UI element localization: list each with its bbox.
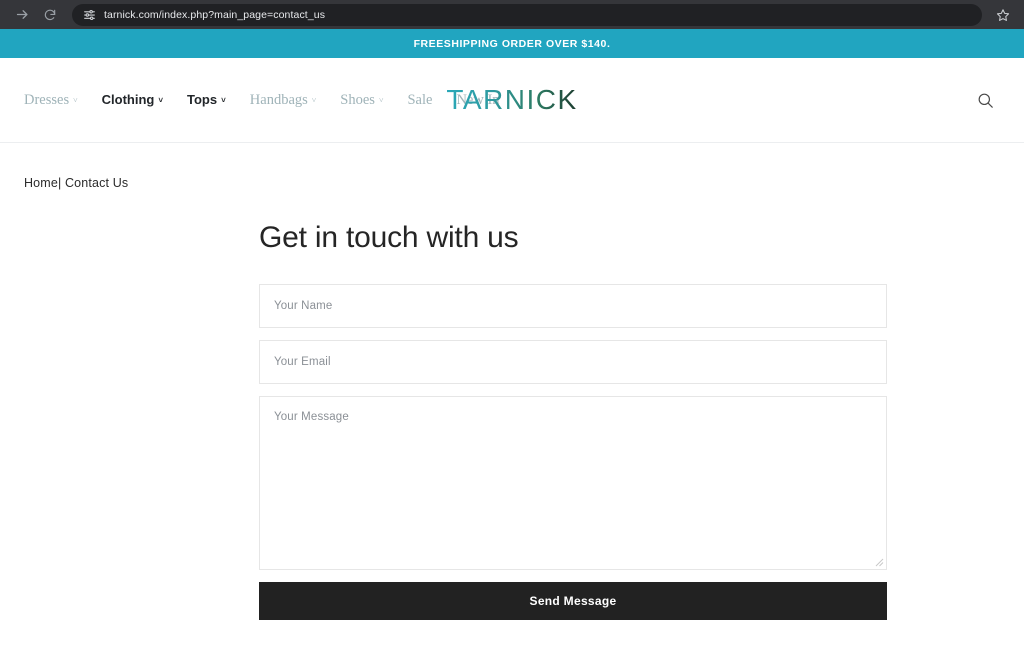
nav-label: Shoes [340,91,375,108]
chevron-down-icon: ˅ [311,95,317,105]
page-title: Get in touch with us [259,221,519,254]
message-textarea-placeholder: Your Message [274,411,349,423]
address-bar[interactable]: tarnick.com/index.php?main_page=contact_… [72,3,982,26]
breadcrumb[interactable]: Home| Contact Us [0,143,1024,190]
announcement-bar: FREESHIPPING ORDER OVER $140. [0,29,1024,58]
main-navigation: Dresses ˅ Clothing ˅ Tops ˅ Handbags ˅ S… [24,92,500,109]
site-header: Dresses ˅ Clothing ˅ Tops ˅ Handbags ˅ S… [0,58,1024,143]
contact-form-column: Get in touch with us Your Name Your Emai… [259,220,887,620]
nav-label: Dresses [24,91,70,108]
nav-label: Sale [407,91,433,108]
main-content: Get in touch with us Your Name Your Emai… [0,190,1024,620]
nav-label: Handbags [249,91,308,108]
nav-item-sale[interactable]: Sale [407,92,432,109]
search-icon[interactable] [970,85,1000,115]
announcement-text: FREESHIPPING ORDER OVER $140. [413,37,611,50]
message-textarea[interactable]: Your Message [259,396,887,570]
nav-item-handbags[interactable]: Handbags ˅ [250,92,317,109]
nav-item-shoes[interactable]: Shoes ˅ [340,92,383,109]
nav-item-dresses[interactable]: Dresses ˅ [24,92,78,109]
nav-label: Tops [187,91,218,107]
page-viewport: FREESHIPPING ORDER OVER $140. Dresses ˅ … [0,29,1024,655]
forward-arrow-icon[interactable] [8,3,36,27]
email-input-placeholder: Your Email [274,356,331,368]
nav-item-clothing[interactable]: Clothing ˅ [102,92,163,107]
send-message-button[interactable]: Send Message [259,582,887,620]
tune-sliders-icon[interactable] [82,8,96,22]
nav-item-tops[interactable]: Tops ˅ [187,92,226,107]
reload-icon[interactable] [36,3,64,27]
star-icon[interactable] [990,3,1016,27]
name-input[interactable]: Your Name [259,284,887,328]
site-logo[interactable]: TARNICK [446,84,577,116]
email-input[interactable]: Your Email [259,340,887,384]
resize-handle-icon[interactable] [874,557,884,567]
nav-label: Clothing [101,91,155,107]
browser-toolbar: tarnick.com/index.php?main_page=contact_… [0,0,1024,29]
address-bar-url: tarnick.com/index.php?main_page=contact_… [104,8,326,21]
chevron-down-icon: ˅ [158,95,164,105]
name-input-placeholder: Your Name [274,300,333,312]
chevron-down-icon: ˅ [221,95,226,105]
chevron-down-icon: ˅ [73,95,78,105]
chevron-down-icon: ˅ [378,95,384,105]
